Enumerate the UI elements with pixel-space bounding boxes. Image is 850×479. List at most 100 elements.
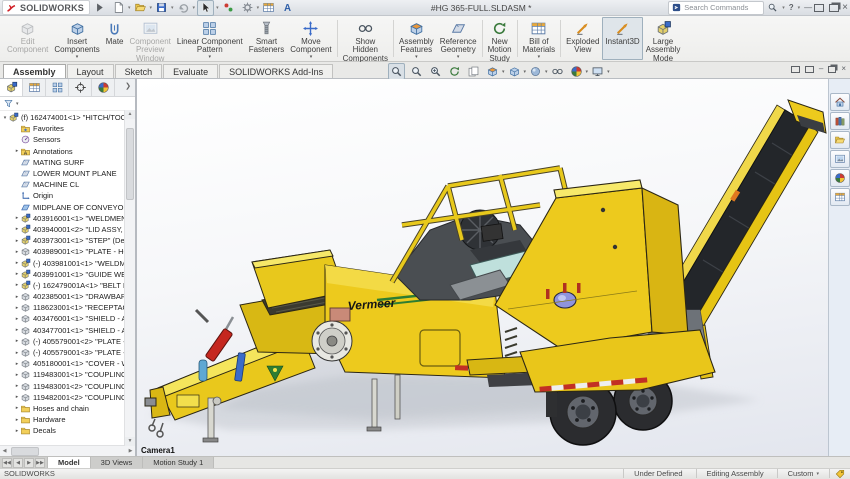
- edit-component-button[interactable]: Edit Component: [4, 17, 51, 60]
- display-style-button[interactable]: [528, 64, 543, 79]
- new-file-button[interactable]: [111, 1, 126, 15]
- tree-item[interactable]: ▸ Annotations: [0, 146, 135, 157]
- close-button[interactable]: ×: [842, 3, 848, 13]
- tree-item[interactable]: ▸ 403916001<1> "WELDMEN: [0, 213, 135, 224]
- tree-item[interactable]: ▸ 402385001<1> "DRAWBAR,: [0, 291, 135, 302]
- tree-item[interactable]: ▸ 403940001<2> "LID ASSY, H: [0, 224, 135, 235]
- file-properties-button[interactable]: [261, 1, 276, 15]
- linear-component-pattern-button[interactable]: Linear Component Pattern ▾: [174, 17, 246, 60]
- last-tab-button[interactable]: ▶▶: [35, 458, 45, 468]
- dimxpertmanager-tab[interactable]: [69, 79, 92, 96]
- tree-item[interactable]: ▸ 403476001<1> "SHIELD - A: [0, 313, 135, 324]
- bill-of-materials-button[interactable]: Bill of Materials ▾: [520, 17, 558, 60]
- propertymanager-tab[interactable]: [23, 79, 46, 96]
- mate-button[interactable]: Mate: [103, 17, 127, 60]
- view-settings-button[interactable]: [590, 64, 605, 79]
- tree-item[interactable]: MACHINE CL: [0, 179, 135, 190]
- move-component-button[interactable]: Move Component ▾: [287, 17, 334, 60]
- tag-indicator[interactable]: [829, 469, 850, 478]
- tree-item[interactable]: ▸ 119483001<1> "COUPLING: [0, 369, 135, 380]
- dropdown-caret[interactable]: ▾: [607, 69, 610, 75]
- tree-vertical-scrollbar[interactable]: ▲ ▼: [124, 110, 135, 446]
- solidworks-resources-tab[interactable]: [830, 93, 850, 111]
- displaymanager-tab[interactable]: [92, 79, 115, 96]
- configurationmanager-tab[interactable]: [46, 79, 69, 96]
- tab-assembly[interactable]: Assembly: [3, 64, 66, 78]
- rotate-view-button[interactable]: [447, 64, 462, 79]
- dropdown-caret[interactable]: ▾: [257, 5, 260, 11]
- tree-item[interactable]: MIDPLANE OF CONVEYOR: [0, 202, 135, 213]
- tree-item[interactable]: ▸ Decals: [0, 425, 135, 436]
- tree-item[interactable]: ▸ 403973001<1> "STEP" (Def: [0, 235, 135, 246]
- tab-evaluate[interactable]: Evaluate: [163, 64, 218, 78]
- zoom-to-area-button[interactable]: [409, 64, 424, 79]
- panel-tabs-overflow[interactable]: ❯: [123, 82, 133, 90]
- appearances-scenes-tab[interactable]: [830, 169, 850, 187]
- tree-item[interactable]: MATING SURF: [0, 157, 135, 168]
- help-caret[interactable]: ▾: [798, 5, 801, 11]
- custom-properties-tab[interactable]: [830, 188, 850, 206]
- tree-item[interactable]: Sensors: [0, 134, 135, 145]
- machine-cylinder-cyan[interactable]: [199, 360, 207, 381]
- flyout-expand[interactable]: [92, 1, 107, 15]
- tree-item[interactable]: ▸ (-) 405579001<2> "PLATE -: [0, 336, 135, 347]
- next-tab-button[interactable]: ▶: [24, 458, 34, 468]
- tree-item[interactable]: ▸ Hardware: [0, 414, 135, 425]
- tree-item[interactable]: ▸ 405180001<1> "COVER - W: [0, 358, 135, 369]
- maximize-button[interactable]: [814, 4, 824, 12]
- scroll-up-arrow[interactable]: ▲: [125, 110, 135, 119]
- restore-button[interactable]: [829, 4, 839, 12]
- tab-layout[interactable]: Layout: [67, 64, 114, 78]
- undo-button[interactable]: [176, 1, 191, 15]
- search-icon[interactable]: [767, 2, 778, 13]
- tree-item[interactable]: ▸ 403477001<1> "SHIELD - A: [0, 325, 135, 336]
- tree-item[interactable]: ▸ 119482001<2> "COUPLING: [0, 392, 135, 403]
- filter-funnel-icon[interactable]: [3, 98, 14, 109]
- dropdown-caret[interactable]: ▾: [216, 5, 219, 11]
- open-file-button[interactable]: [133, 1, 148, 15]
- file-explorer-tab[interactable]: [830, 131, 850, 149]
- scroll-down-arrow[interactable]: ▼: [125, 437, 135, 446]
- scroll-right-arrow[interactable]: ▶: [126, 448, 135, 454]
- doc-next-window-button[interactable]: [805, 66, 814, 73]
- new-motion-study-button[interactable]: New Motion Study: [485, 17, 515, 60]
- section-view-button[interactable]: [485, 64, 500, 79]
- motion-study-1-tab[interactable]: Motion Study 1: [143, 457, 214, 468]
- model-tab[interactable]: Model: [48, 457, 91, 468]
- select-tool-button[interactable]: [197, 0, 214, 16]
- dropdown-caret[interactable]: ▾: [128, 5, 131, 11]
- dropdown-caret[interactable]: ▾: [524, 69, 527, 75]
- design-library-tab[interactable]: [830, 112, 850, 130]
- tree-item[interactable]: ▸ 118623001<1> "RECEPTAC: [0, 302, 135, 313]
- doc-close-button[interactable]: ×: [841, 65, 846, 73]
- hide-show-items-button[interactable]: [550, 64, 565, 79]
- machine-hydraulic-cylinder-red[interactable]: [205, 317, 233, 362]
- tree-item[interactable]: ▸ 403991001<1> "GUIDE WEL: [0, 269, 135, 280]
- previous-view-button[interactable]: [466, 64, 481, 79]
- tree-item[interactable]: ▸ (-) 403981001<1> "WELDM: [0, 257, 135, 268]
- help-button[interactable]: ?: [789, 4, 794, 12]
- dropdown-caret[interactable]: ▾: [171, 5, 174, 11]
- tree-item[interactable]: Origin: [0, 190, 135, 201]
- doc-prev-window-button[interactable]: [791, 66, 800, 73]
- minimize-button[interactable]: —: [804, 4, 811, 12]
- machine-flywheel-cover[interactable]: [312, 321, 352, 361]
- status-under-defined[interactable]: Under Defined: [623, 469, 695, 478]
- tree-horizontal-scrollbar[interactable]: ◀ ▶: [0, 445, 135, 456]
- scrollbar-thumb[interactable]: [126, 128, 134, 200]
- view-orientation-button[interactable]: [507, 64, 522, 79]
- tree-item[interactable]: Favorites: [0, 123, 135, 134]
- view-palette-tab[interactable]: [830, 150, 850, 168]
- tree-item[interactable]: ▸ (-) 162479001A<1> "BELT F: [0, 280, 135, 291]
- tree-item[interactable]: ▸ 403989001<1> "PLATE - HO: [0, 246, 135, 257]
- tree-item[interactable]: ▸ Hoses and chain: [0, 403, 135, 414]
- assembly-features-button[interactable]: Assembly Features ▾: [396, 17, 437, 60]
- tree-item[interactable]: LOWER MOUNT PLANE: [0, 168, 135, 179]
- scrollbar-thumb[interactable]: [11, 447, 39, 456]
- dropdown-caret[interactable]: ▾: [545, 69, 548, 75]
- tab-solidworks-add-ins[interactable]: SOLIDWORKS Add-Ins: [219, 64, 333, 78]
- dropdown-caret[interactable]: ▾: [586, 69, 589, 75]
- edit-appearance-button[interactable]: [569, 64, 584, 79]
- show-hidden-components-button[interactable]: Show Hidden Components: [340, 17, 391, 60]
- first-tab-button[interactable]: ◀◀: [2, 458, 12, 468]
